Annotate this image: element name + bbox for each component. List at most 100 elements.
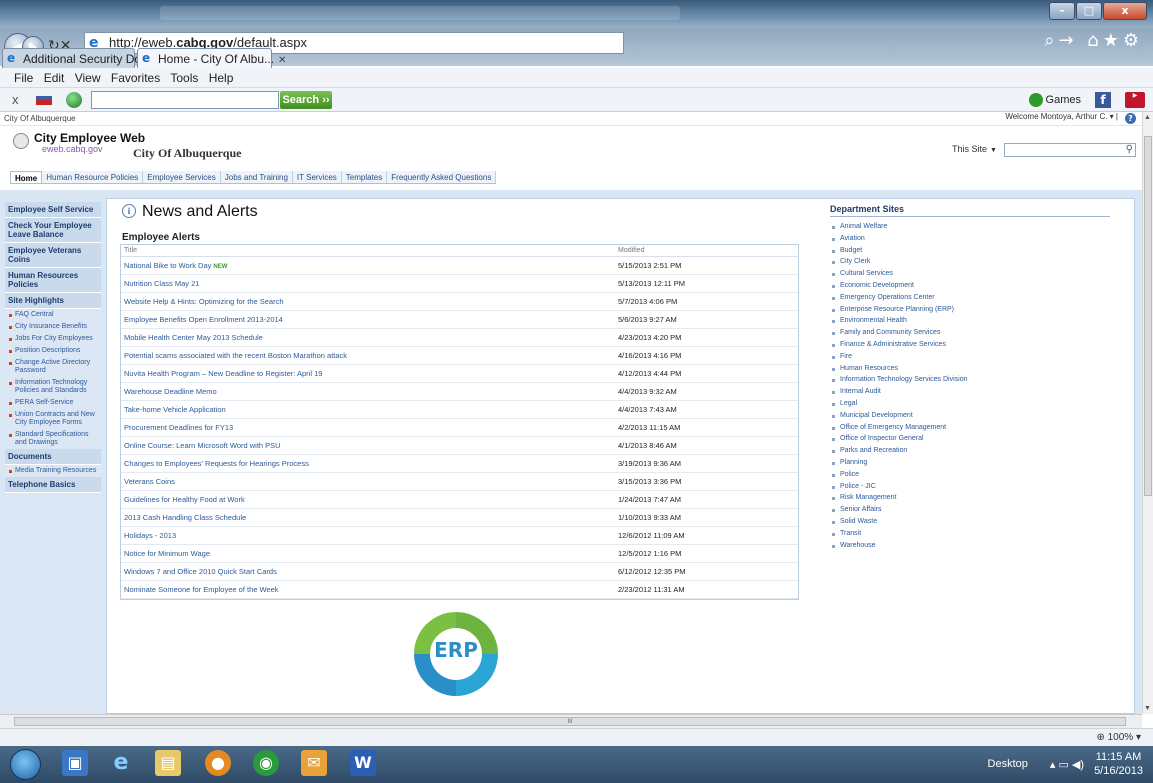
col-title[interactable]: Title (121, 245, 618, 256)
menu-view[interactable]: View (75, 71, 101, 85)
scroll-up-icon[interactable]: ▲ (1144, 114, 1151, 121)
close-tab-icon[interactable]: ✕ (278, 55, 286, 66)
department-link[interactable]: Risk Management (830, 492, 1120, 504)
department-link[interactable]: Parks and Recreation (830, 445, 1120, 457)
department-link[interactable]: Office of Emergency Management (830, 422, 1120, 434)
alert-title-link[interactable]: Nutrition Class May 21 (121, 275, 618, 292)
outlook-taskbar-icon[interactable]: ▣ (62, 750, 88, 776)
department-link[interactable]: Aviation (830, 233, 1120, 245)
department-link[interactable]: Office of Inspector General (830, 433, 1120, 445)
quick-launch-heading[interactable]: Site Highlights (5, 293, 101, 309)
menu-favorites[interactable]: Favorites (111, 71, 160, 85)
site-brand[interactable]: City Employee Web (34, 131, 145, 145)
alert-title-link[interactable]: Take-home Vehicle Application (121, 401, 618, 418)
department-link[interactable]: Environmental Health (830, 315, 1120, 327)
alert-title-link[interactable]: Employee Benefits Open Enrollment 2013-2… (121, 311, 618, 328)
quick-launch-heading[interactable]: Documents (5, 449, 101, 465)
col-modified[interactable]: Modified (618, 245, 644, 256)
close-toolbar-icon[interactable]: x (12, 92, 19, 107)
clock[interactable]: 11:15 AM 5/16/2013 (1094, 750, 1143, 778)
quick-launch-heading[interactable]: Telephone Basics (5, 477, 101, 493)
department-link[interactable]: Transit (830, 528, 1120, 540)
department-link[interactable]: Solid Waste (830, 516, 1120, 528)
menu-file[interactable]: File (14, 71, 33, 85)
minimize-button[interactable]: – (1049, 2, 1075, 20)
hscrollbar-thumb[interactable]: III (14, 717, 1126, 726)
department-link[interactable]: Enterprise Resource Planning (ERP) (830, 304, 1120, 316)
department-link[interactable]: Human Resources (830, 363, 1120, 375)
alert-title-link[interactable]: Nominate Someone for Employee of the Wee… (121, 581, 618, 598)
scroll-down-icon[interactable]: ▼ (1144, 705, 1151, 712)
alert-title-link[interactable]: Procurement Deadlines for FY13 (121, 419, 618, 436)
ie-taskbar-icon[interactable]: e (108, 750, 134, 776)
horizontal-scrollbar[interactable]: III (0, 714, 1142, 728)
menu-help[interactable]: Help (209, 71, 234, 85)
globe-icon[interactable] (66, 92, 82, 108)
department-link[interactable]: Economic Development (830, 280, 1120, 292)
nav-faq[interactable]: Frequently Asked Questions (387, 171, 497, 183)
alert-title-link[interactable]: Notice for Minimum Wage (121, 545, 618, 562)
menu-edit[interactable]: Edit (44, 71, 65, 85)
nav-templates[interactable]: Templates (341, 171, 388, 183)
department-link[interactable]: Warehouse (830, 540, 1120, 552)
tab-additional-security[interactable]: e Additional Security Do... (2, 48, 151, 68)
welcome-menu[interactable]: Welcome Montoya, Arthur C. ▾ | (1005, 112, 1118, 121)
site-search-input[interactable]: ⚲ (1004, 143, 1136, 157)
nav-employee-services[interactable]: Employee Services (143, 171, 221, 183)
facebook-icon[interactable]: f (1095, 92, 1111, 108)
quick-launch-heading[interactable]: Check Your Employee Leave Balance (5, 218, 101, 243)
alert-title-link[interactable]: Mobile Health Center May 2013 Schedule (121, 329, 618, 346)
menu-tools[interactable]: Tools (170, 71, 198, 85)
alert-title-link[interactable]: Holidays - 2013 (121, 527, 618, 544)
games-link[interactable]: Games (1046, 94, 1081, 106)
alert-title-link[interactable]: 2013 Cash Handling Class Schedule (121, 509, 618, 526)
alert-title-link[interactable]: National Bike to Work Day NEW (121, 257, 618, 274)
department-link[interactable]: Budget (830, 245, 1120, 257)
quick-launch-item[interactable]: Change Active Directory Password (5, 357, 101, 377)
chrome-taskbar-icon[interactable]: ◉ (253, 750, 279, 776)
video-icon[interactable]: ▶ (1125, 92, 1145, 108)
alert-title-link[interactable]: Warehouse Deadline Memo (121, 383, 618, 400)
department-link[interactable]: Cultural Services (830, 268, 1120, 280)
toolbar-search-input[interactable] (91, 91, 279, 109)
quick-launch-item[interactable]: Media Training Resources (5, 465, 101, 477)
quick-launch-item[interactable]: Jobs For City Employees (5, 333, 101, 345)
start-button[interactable] (10, 749, 41, 780)
search-scope-select[interactable]: This Site ▼ (952, 144, 997, 154)
alert-title-link[interactable]: Potential scams associated with the rece… (121, 347, 618, 364)
quick-launch-item[interactable]: FAQ Central (5, 309, 101, 321)
search-icon[interactable]: ⚲ (1126, 144, 1133, 155)
breadcrumb-link[interactable]: City Of Albuquerque (4, 114, 76, 123)
department-link[interactable]: Police - JIC (830, 481, 1120, 493)
alert-title-link[interactable]: Windows 7 and Office 2010 Quick Start Ca… (121, 563, 618, 580)
department-link[interactable]: Municipal Development (830, 410, 1120, 422)
close-button[interactable]: x (1103, 2, 1147, 20)
toolbar-search-button[interactable]: Search ›› (280, 91, 332, 109)
firefox-taskbar-icon[interactable]: ● (205, 750, 231, 776)
maximize-button[interactable]: □ (1076, 2, 1102, 20)
department-link[interactable]: Senior Affairs (830, 504, 1120, 516)
department-link[interactable]: Fire (830, 351, 1120, 363)
tab-home[interactable]: e Home - City Of Albu... ✕ (137, 48, 286, 68)
department-link[interactable]: Information Technology Services Division (830, 374, 1120, 386)
alert-title-link[interactable]: Online Course: Learn Microsoft Word with… (121, 437, 618, 454)
games-icon[interactable] (1028, 93, 1043, 107)
alert-title-link[interactable]: Veterans Coins (121, 473, 618, 490)
quick-launch-item[interactable]: City Insurance Benefits (5, 321, 101, 333)
alert-title-link[interactable]: Changes to Employees' Requests for Heari… (121, 455, 618, 472)
quick-launch-heading[interactable]: Employee Veterans Coins (5, 243, 101, 268)
quick-launch-item[interactable]: Union Contracts and New City Employee Fo… (5, 409, 101, 429)
department-link[interactable]: Finance & Administrative Services (830, 339, 1120, 351)
nav-home[interactable]: Home (10, 171, 43, 183)
department-link[interactable]: Internal Audit (830, 386, 1120, 398)
quick-launch-item[interactable]: PERA Self-Service (5, 397, 101, 409)
quick-launch-heading[interactable]: Employee Self Service (5, 202, 101, 218)
site-title[interactable]: City Of Albuquerque (133, 146, 241, 161)
vertical-scrollbar[interactable]: ▲ ▼ (1142, 112, 1153, 714)
mail-taskbar-icon[interactable]: ✉ (301, 750, 327, 776)
zoom-control[interactable]: ⊕ 100% ▾ (1096, 732, 1141, 743)
department-link[interactable]: Animal Welfare (830, 221, 1120, 233)
department-link[interactable]: Emergency Operations Center (830, 292, 1120, 304)
department-link[interactable]: Planning (830, 457, 1120, 469)
flag-icon[interactable] (36, 96, 52, 105)
